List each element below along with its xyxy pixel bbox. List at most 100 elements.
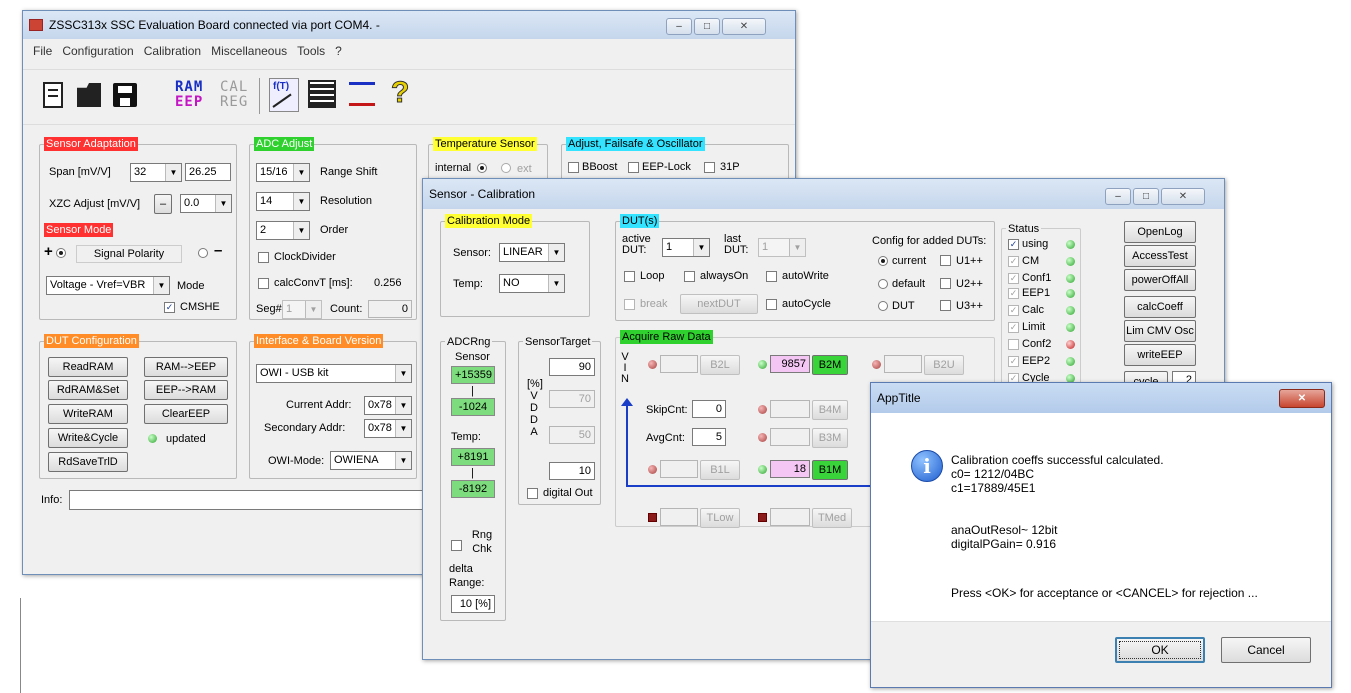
- order-select[interactable]: 2 ▼: [256, 221, 310, 240]
- open-folder-icon[interactable]: [77, 83, 101, 107]
- limcmvosc-button[interactable]: Lim CMV Osc: [1124, 320, 1196, 342]
- cancel-button[interactable]: Cancel: [1221, 637, 1311, 663]
- autowrite-checkbox[interactable]: [766, 271, 777, 282]
- avgcnt-field[interactable]: 5: [692, 428, 726, 446]
- xzc-minus-button[interactable]: –: [154, 194, 172, 214]
- target-90-field[interactable]: 90: [549, 358, 595, 376]
- calccoeff-button[interactable]: calcCoeff: [1124, 296, 1196, 318]
- calc-led-icon: [1066, 306, 1075, 315]
- current-radio[interactable]: [878, 256, 888, 266]
- b3m-button[interactable]: B3M: [812, 428, 848, 448]
- p31-checkbox[interactable]: [704, 162, 715, 173]
- ram-eep-icon[interactable]: RAM EEP: [175, 80, 203, 110]
- xzc-select[interactable]: 0.0 ▼: [180, 194, 232, 213]
- polarity-plus-radio[interactable]: [56, 248, 66, 258]
- active-dut-select[interactable]: 1 ▼: [662, 238, 710, 257]
- default-radio[interactable]: [878, 279, 888, 289]
- board-select[interactable]: OWI - USB kit ▼: [256, 364, 412, 383]
- resolution-select[interactable]: 14 ▼: [256, 192, 310, 211]
- cmshe-checkbox[interactable]: ✓: [164, 302, 175, 313]
- autocycle-checkbox[interactable]: [766, 299, 777, 310]
- menu-calibration[interactable]: Calibration: [144, 41, 201, 61]
- tlow-button[interactable]: TLow: [700, 508, 740, 528]
- range-shift-select[interactable]: 15/16 ▼: [256, 163, 310, 182]
- cleareep-button[interactable]: ClearEEP: [144, 404, 228, 424]
- writeram-button[interactable]: WriteRAM: [48, 404, 128, 424]
- rdsavetrld-button[interactable]: RdSaveTrlD: [48, 452, 128, 472]
- accesstest-button[interactable]: AccessTest: [1124, 245, 1196, 267]
- b2u-button[interactable]: B2U: [924, 355, 964, 375]
- b2l-button[interactable]: B2L: [700, 355, 740, 375]
- span-select[interactable]: 32 ▼: [130, 163, 182, 182]
- help-question-icon[interactable]: ?: [390, 76, 409, 110]
- menu-help[interactable]: ?: [335, 41, 342, 61]
- b1m-button[interactable]: B1M: [812, 460, 848, 480]
- using-checkbox[interactable]: ✓: [1008, 239, 1019, 250]
- pulse-signal-icon[interactable]: [349, 82, 375, 106]
- rng-chk-checkbox[interactable]: [451, 540, 462, 551]
- readram-button[interactable]: ReadRAM: [48, 357, 128, 377]
- clockdivider-checkbox[interactable]: [258, 252, 269, 263]
- cal-reg-icon[interactable]: CAL REG: [220, 80, 248, 110]
- status-conf1: Conf1: [1022, 272, 1052, 284]
- maximize-button[interactable]: □: [694, 18, 720, 35]
- minimize-button[interactable]: –: [666, 18, 692, 35]
- writeeep-button[interactable]: writeEEP: [1124, 344, 1196, 366]
- loop-checkbox[interactable]: [624, 271, 635, 282]
- poweroffall-button[interactable]: powerOffAll: [1124, 269, 1196, 291]
- info-field[interactable]: [69, 490, 439, 510]
- nextdut-button[interactable]: nextDUT: [680, 294, 758, 314]
- u3-checkbox[interactable]: [940, 300, 951, 311]
- dut-radio[interactable]: [878, 301, 888, 311]
- grid-table-icon[interactable]: [308, 80, 336, 108]
- ram-eep-button[interactable]: RAM-->EEP: [144, 357, 228, 377]
- skipcnt-field[interactable]: 0: [692, 400, 726, 418]
- dialog-close-button[interactable]: ✕: [1279, 389, 1325, 408]
- cal-maximize-button[interactable]: □: [1133, 188, 1159, 205]
- eep-ram-button[interactable]: EEP-->RAM: [144, 380, 228, 400]
- target-10-field[interactable]: 10: [549, 462, 595, 480]
- openlog-button[interactable]: OpenLog: [1124, 221, 1196, 243]
- dialog-titlebar[interactable]: AppTitle: [871, 383, 1331, 413]
- b4m-button[interactable]: B4M: [812, 400, 848, 420]
- range-shift-value: 15/16: [260, 166, 288, 178]
- alwayson-checkbox[interactable]: [684, 271, 695, 282]
- menu-configuration[interactable]: Configuration: [62, 41, 133, 61]
- save-disk-icon[interactable]: [113, 83, 137, 107]
- close-button[interactable]: ✕: [722, 18, 766, 35]
- last-dut-select[interactable]: 1 ▼: [758, 238, 806, 257]
- break-checkbox[interactable]: [624, 299, 635, 310]
- mode-select[interactable]: Voltage - Vref=VBR ▼: [46, 276, 170, 295]
- b2m-button[interactable]: B2M: [812, 355, 848, 375]
- temp-mode-select[interactable]: NO ▼: [499, 274, 565, 293]
- writecycle-button[interactable]: Write&Cycle: [48, 428, 128, 448]
- delta-range-field[interactable]: 10 [%]: [451, 595, 495, 613]
- polarity-minus-radio[interactable]: [198, 248, 208, 258]
- owi-mode-select[interactable]: OWIENA ▼: [330, 451, 412, 470]
- calcconvt-checkbox[interactable]: [258, 278, 269, 289]
- function-plot-icon[interactable]: f(T): [269, 78, 299, 112]
- menu-miscellaneous[interactable]: Miscellaneous: [211, 41, 287, 61]
- cal-minimize-button[interactable]: –: [1105, 188, 1131, 205]
- secondary-addr-select[interactable]: 0x78 ▼: [364, 419, 412, 438]
- ok-button[interactable]: OK: [1115, 637, 1205, 663]
- internal-radio[interactable]: [477, 163, 487, 173]
- b1l-button[interactable]: B1L: [700, 460, 740, 480]
- u2-checkbox[interactable]: [940, 278, 951, 289]
- limit-checkbox: ✓: [1008, 322, 1019, 333]
- ext-radio[interactable]: [501, 163, 511, 173]
- tmed-button[interactable]: TMed: [812, 508, 852, 528]
- bboost-checkbox[interactable]: [568, 162, 579, 173]
- sensor-mode-select[interactable]: LINEAR ▼: [499, 243, 565, 262]
- u1-checkbox[interactable]: [940, 255, 951, 266]
- menu-file[interactable]: File: [33, 41, 52, 61]
- calibration-titlebar[interactable]: Sensor - Calibration: [423, 179, 1224, 209]
- eeplock-checkbox[interactable]: [628, 162, 639, 173]
- rdramset-button[interactable]: RdRAM&Set: [48, 380, 128, 400]
- menu-tools[interactable]: Tools: [297, 41, 325, 61]
- cal-close-button[interactable]: ✕: [1161, 188, 1205, 205]
- digital-out-checkbox[interactable]: [527, 488, 538, 499]
- seg-select[interactable]: 1 ▼: [282, 300, 322, 319]
- current-addr-select[interactable]: 0x78 ▼: [364, 396, 412, 415]
- new-document-icon[interactable]: [43, 82, 63, 108]
